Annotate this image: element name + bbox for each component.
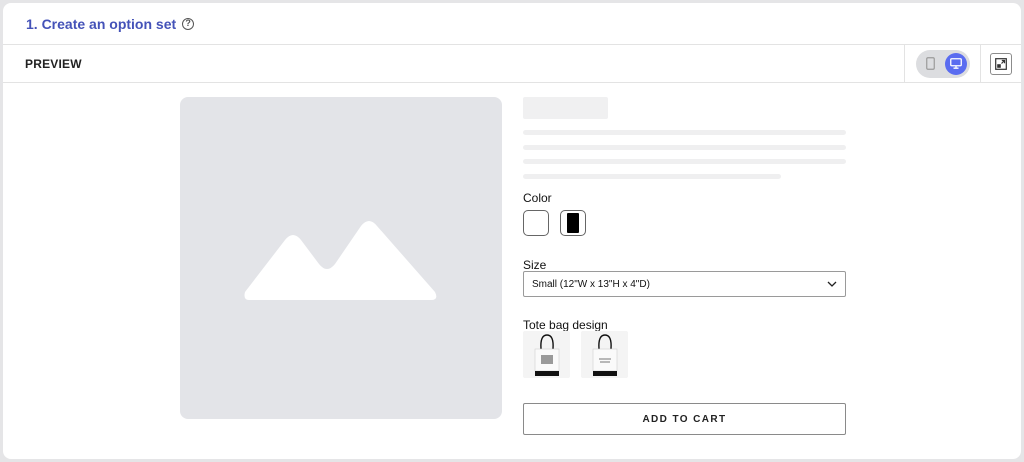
size-select[interactable]: Small (12"W x 13"H x 4"D) — [523, 271, 846, 297]
tote-bag-icon — [592, 333, 617, 376]
tote-bag-design-1[interactable] — [523, 331, 570, 378]
description-line — [523, 145, 846, 150]
preview-bar: PREVIEW — [3, 45, 1021, 83]
design-option-label: Tote bag design — [523, 318, 608, 332]
option-set-card: 1. Create an option set ? PREVIEW Color … — [3, 3, 1021, 459]
description-line — [523, 159, 846, 164]
description-line — [523, 130, 846, 135]
description-line — [523, 174, 781, 179]
section-title: 1. Create an option set — [26, 15, 177, 32]
tote-bag-icon — [534, 333, 559, 376]
device-toggle[interactable] — [915, 49, 970, 78]
section-header: 1. Create an option set ? — [3, 3, 1021, 45]
color-option-label: Color — [523, 191, 552, 205]
expand-button[interactable] — [990, 52, 1012, 75]
color-swatch-white[interactable] — [523, 210, 549, 236]
mobile-view-button[interactable] — [925, 56, 937, 72]
color-swatch-black[interactable] — [560, 210, 586, 236]
black-swatch-fill — [567, 213, 579, 233]
help-icon[interactable]: ? — [182, 17, 195, 30]
tote-bag-design-2[interactable] — [581, 331, 628, 378]
mobile-icon — [926, 57, 935, 70]
chevron-down-icon — [827, 281, 837, 287]
size-select-value: Small (12"W x 13"H x 4"D) — [532, 278, 650, 290]
image-placeholder-icon — [244, 221, 437, 300]
desktop-icon — [949, 58, 962, 69]
product-title-skeleton — [523, 97, 608, 119]
preview-tools — [904, 45, 1021, 82]
expand-icon — [995, 57, 1007, 70]
preview-label: PREVIEW — [25, 56, 82, 71]
desktop-view-button[interactable] — [944, 52, 967, 75]
size-option-label: Size — [523, 258, 547, 272]
device-toggle-cell — [904, 45, 980, 82]
add-to-cart-button[interactable]: ADD TO CART — [523, 403, 846, 435]
expand-cell — [980, 45, 1021, 82]
product-image-placeholder — [180, 97, 502, 419]
